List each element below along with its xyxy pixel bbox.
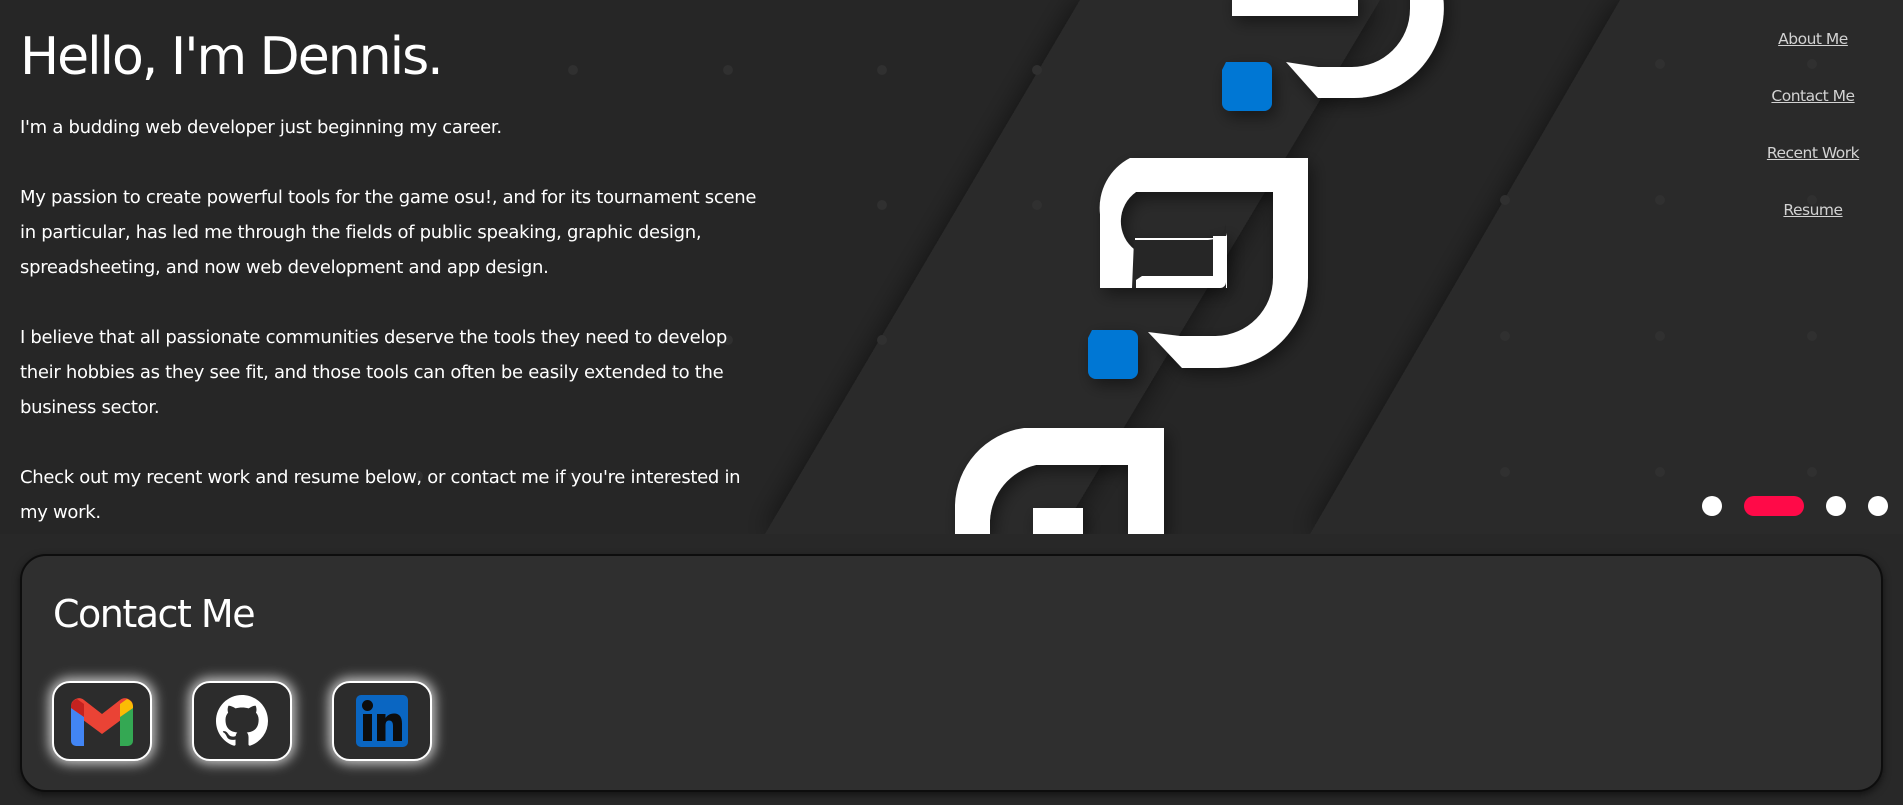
contact-heading: Contact Me (53, 592, 256, 636)
nav-link-contact-me[interactable]: Contact Me (1771, 85, 1855, 108)
page-title: Hello, I'm Dennis. (20, 27, 444, 87)
github-link[interactable] (192, 681, 292, 761)
github-icon (216, 695, 268, 746)
intro-paragraph: I'm a budding web developer just beginni… (20, 117, 502, 138)
contact-card: Contact Me (20, 554, 1883, 792)
intro-paragraph: My passion to create powerful tools for … (20, 187, 757, 278)
carousel-dot[interactable] (1702, 496, 1722, 516)
linkedin-link[interactable] (332, 681, 432, 761)
carousel-dot-active[interactable] (1744, 496, 1804, 516)
gmail-icon (71, 698, 133, 746)
nav-link-recent-work[interactable]: Recent Work (1767, 142, 1860, 165)
carousel-dot[interactable] (1868, 496, 1888, 516)
logo-mark-2 (1088, 158, 1308, 379)
intro-paragraph: I believe that all passionate communitie… (20, 327, 727, 418)
hero-section: Hello, I'm Dennis. I'm a budding web dev… (0, 0, 1903, 534)
nav-link-resume[interactable]: Resume (1783, 199, 1843, 222)
main-nav: About Me Contact Me Recent Work Resume (1753, 28, 1873, 222)
intro-section: Hello, I'm Dennis. I'm a budding web dev… (20, 22, 760, 530)
linkedin-icon (356, 695, 408, 747)
nav-link-about-me[interactable]: About Me (1778, 28, 1848, 51)
gmail-link[interactable] (52, 681, 152, 761)
intro-paragraph: Check out my recent work and resume belo… (20, 467, 741, 523)
carousel-dot[interactable] (1826, 496, 1846, 516)
